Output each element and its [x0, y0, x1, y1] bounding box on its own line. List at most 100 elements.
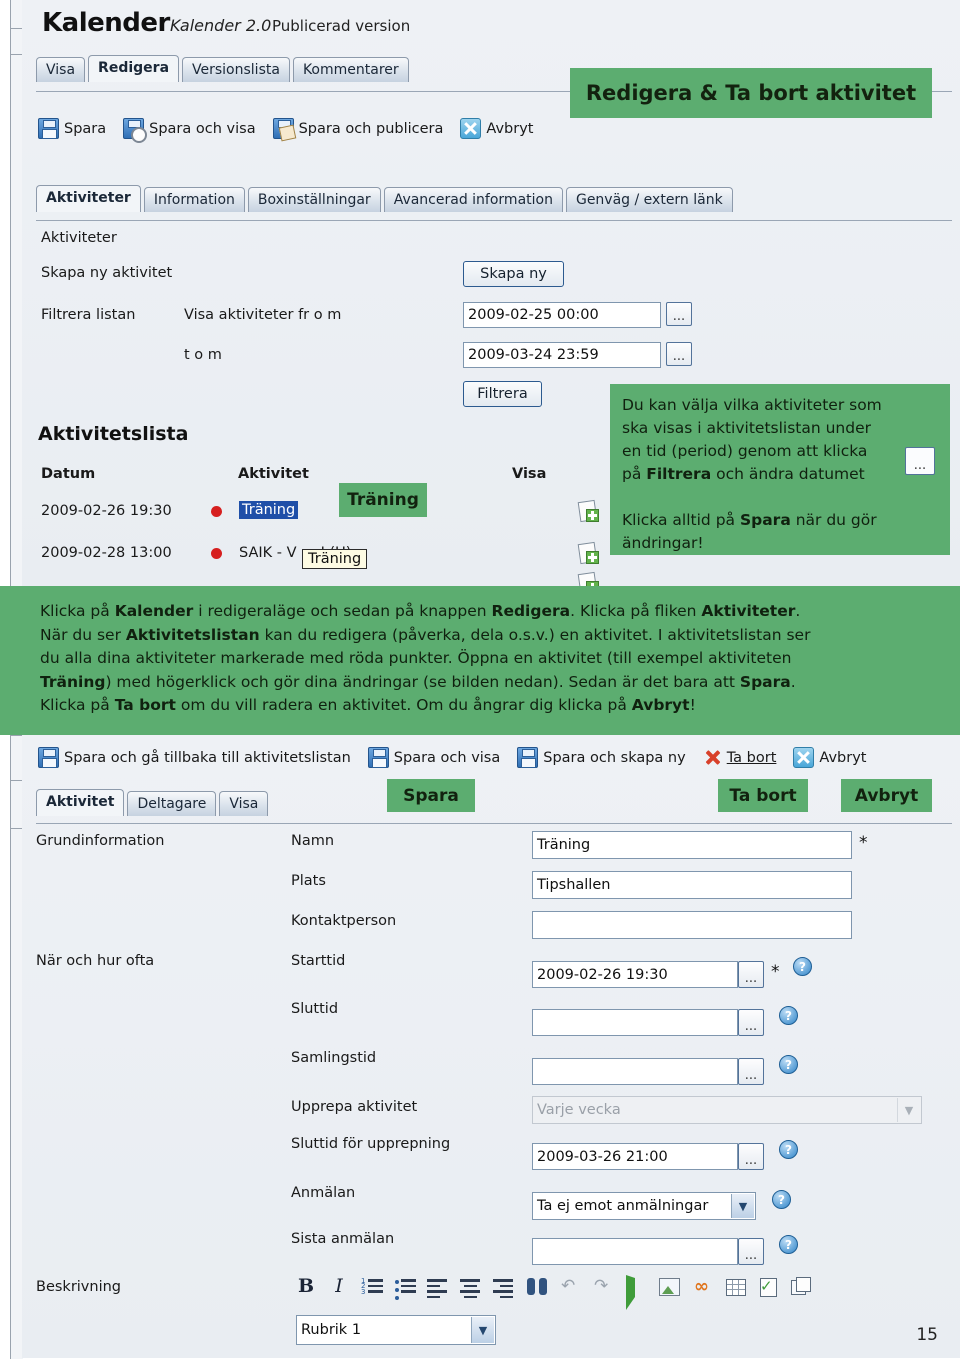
namn-input[interactable]: Träning — [532, 831, 852, 859]
plats-input[interactable]: Tipshallen — [532, 871, 852, 899]
note-line-5a: Klicka alltid på — [622, 511, 740, 529]
toolbar-item-ta-bort[interactable]: Ta bort — [703, 748, 777, 767]
toolbar-label: Spara och visa — [393, 749, 501, 766]
tab-genvag-extern-lank[interactable]: Genväg / extern länk — [565, 187, 733, 212]
note-line-3: en tid (period) genom att klicka — [622, 442, 868, 460]
field-label-namn: Namn — [291, 833, 335, 849]
redo-icon[interactable]: ↷ — [592, 1276, 614, 1297]
top-tabbar[interactable]: Visa Redigera Versionslista Kommentarer — [36, 55, 412, 82]
ordered-list-icon[interactable]: 123 — [361, 1276, 383, 1297]
help-icon[interactable]: ? — [779, 1055, 798, 1074]
help-icon[interactable]: ? — [779, 1140, 798, 1159]
align-center-icon[interactable] — [460, 1276, 482, 1299]
samlingstid-picker-button[interactable]: ... — [738, 1058, 764, 1085]
sista-anmalan-input[interactable] — [532, 1238, 738, 1265]
sluttid-upprepning-picker-button[interactable]: ... — [738, 1143, 764, 1170]
tab-aktivitet[interactable]: Aktivitet — [36, 789, 125, 816]
filter-to-picker-button[interactable]: ... — [666, 342, 692, 366]
table-row-date: 2009-02-26 19:30 — [41, 503, 172, 519]
help-icon[interactable]: ? — [779, 1235, 798, 1254]
validate-icon[interactable]: ✓ — [757, 1276, 779, 1297]
sluttid-upprepning-input[interactable]: 2009-03-26 21:00 — [532, 1143, 738, 1170]
copy-icon[interactable] — [790, 1276, 812, 1297]
toolbar-item-spara-och-publicera[interactable]: Spara och publicera — [272, 118, 443, 139]
table-icon[interactable] — [724, 1276, 746, 1297]
cursor-icon[interactable] — [625, 1275, 647, 1310]
kontaktperson-input[interactable] — [532, 911, 852, 939]
bullet-list-icon[interactable] — [394, 1276, 416, 1300]
toolbar-item-spara[interactable]: Spara — [38, 118, 106, 139]
delete-icon — [703, 748, 722, 767]
anmalan-select[interactable]: Ta ej emot anmälningar ▼ — [532, 1192, 756, 1220]
align-left-icon[interactable] — [427, 1276, 449, 1299]
undo-icon[interactable]: ↶ — [559, 1276, 581, 1297]
tab-aktiviteter[interactable]: Aktiviteter — [36, 185, 141, 212]
toolbar-item-avbryt[interactable]: Avbryt — [460, 118, 533, 139]
starttid-input[interactable]: 2009-02-26 19:30 — [532, 961, 738, 988]
select-value: Rubrik 1 — [301, 1322, 362, 1338]
toolbar-item-spara-och-visa[interactable]: Spara och visa — [123, 118, 256, 143]
italic-icon[interactable]: I — [328, 1276, 350, 1297]
activity-name-selected[interactable]: Träning — [239, 501, 299, 519]
tab-redigera[interactable]: Redigera — [88, 55, 180, 82]
screenshot-page: Kalender Kalender 2.0 Publicerad version… — [0, 0, 960, 1359]
bottom-tab-underline — [36, 823, 952, 824]
note-line-4b: Filtrera — [646, 465, 712, 483]
paragraph-style-select[interactable]: Rubrik 1 ▼ — [296, 1315, 496, 1345]
tab-information[interactable]: Information — [143, 187, 245, 212]
instruction-band: Klicka på Kalender i redigeraläge och se… — [0, 586, 960, 735]
help-icon[interactable]: ? — [793, 957, 812, 976]
samlingstid-input[interactable] — [532, 1058, 738, 1085]
toolbar-label: Spara och visa — [149, 120, 256, 137]
filter-from-input[interactable]: 2009-02-25 00:00 — [463, 302, 661, 328]
image-icon[interactable] — [658, 1276, 680, 1297]
bottom-tabbar[interactable]: Aktivitet Deltagare Visa — [36, 789, 271, 816]
form-group-nar-och-hur-ofta: När och hur ofta — [36, 953, 155, 969]
top-toolbar[interactable]: Spara Spara och visa Spara och publicera… — [38, 118, 550, 143]
toolbar-item-spara-tillbaka[interactable]: Spara och gå tillbaka till aktivitetslis… — [38, 747, 351, 768]
section-tabbar[interactable]: Aktiviteter Information Boxinställningar… — [36, 185, 736, 212]
tab-versionslista[interactable]: Versionslista — [182, 57, 290, 82]
bold-icon[interactable]: B — [295, 1276, 317, 1297]
tab-deltagare[interactable]: Deltagare — [127, 791, 217, 816]
lines — [401, 1279, 416, 1296]
sluttid-picker-button[interactable]: ... — [738, 1009, 764, 1036]
tab-avancerad-information[interactable]: Avancerad information — [383, 187, 563, 212]
page-add-icon[interactable] — [577, 541, 599, 565]
rich-text-toolbar[interactable]: B I 123 ↶ ↷ ∞ ✓ — [295, 1275, 812, 1310]
upprepa-aktivitet-select[interactable]: Varje vecka ▼ — [532, 1096, 922, 1124]
front-sheet — [796, 1277, 811, 1292]
help-icon[interactable]: ? — [779, 1006, 798, 1025]
callout-picker-button[interactable]: ... — [905, 447, 935, 475]
sluttid-input[interactable] — [532, 1009, 738, 1036]
app-version: Kalender 2.0 — [170, 16, 272, 35]
create-new-button[interactable]: Skapa ny — [463, 261, 564, 287]
filter-from-picker-button[interactable]: ... — [666, 302, 692, 326]
band-p4b: ) med högerklick och gör dina ändringar … — [105, 672, 740, 691]
floppy-icon — [38, 118, 59, 139]
toolbar-item-avbryt[interactable]: Avbryt — [793, 747, 866, 768]
callout-note: Du kan välja vilka aktiviteter som ska v… — [610, 384, 950, 555]
activities-heading: Aktiviteter — [41, 230, 117, 246]
tab-boxinstallningar[interactable]: Boxinställningar — [247, 187, 381, 212]
select-value: Ta ej emot anmälningar — [537, 1198, 709, 1214]
toolbar-item-spara-och-visa[interactable]: Spara och visa — [367, 747, 501, 768]
filter-to-input[interactable]: 2009-03-24 23:59 — [463, 342, 661, 368]
bottom-toolbar[interactable]: Spara och gå tillbaka till aktivitetslis… — [38, 747, 883, 768]
page-add-icon[interactable] — [577, 499, 599, 523]
help-icon[interactable]: ? — [772, 1190, 791, 1209]
toolbar-item-spara-och-skapa-ny[interactable]: Spara och skapa ny — [517, 747, 686, 768]
band-p1f: Aktiviteter — [701, 602, 796, 620]
starttid-picker-button[interactable]: ... — [738, 961, 764, 988]
lines — [368, 1279, 383, 1296]
tab-visa[interactable]: Visa — [219, 791, 269, 816]
filter-button[interactable]: Filtrera — [463, 381, 542, 407]
tab-visa[interactable]: Visa — [36, 57, 86, 82]
tab-kommentarer[interactable]: Kommentarer — [292, 57, 409, 82]
chevron-down-icon: ▼ — [471, 1317, 494, 1343]
sista-anmalan-picker-button[interactable]: ... — [738, 1238, 764, 1265]
chevron-down-icon: ▼ — [731, 1194, 754, 1218]
align-right-icon[interactable] — [493, 1276, 515, 1299]
find-icon[interactable] — [526, 1276, 548, 1297]
link-icon[interactable]: ∞ — [691, 1276, 713, 1297]
